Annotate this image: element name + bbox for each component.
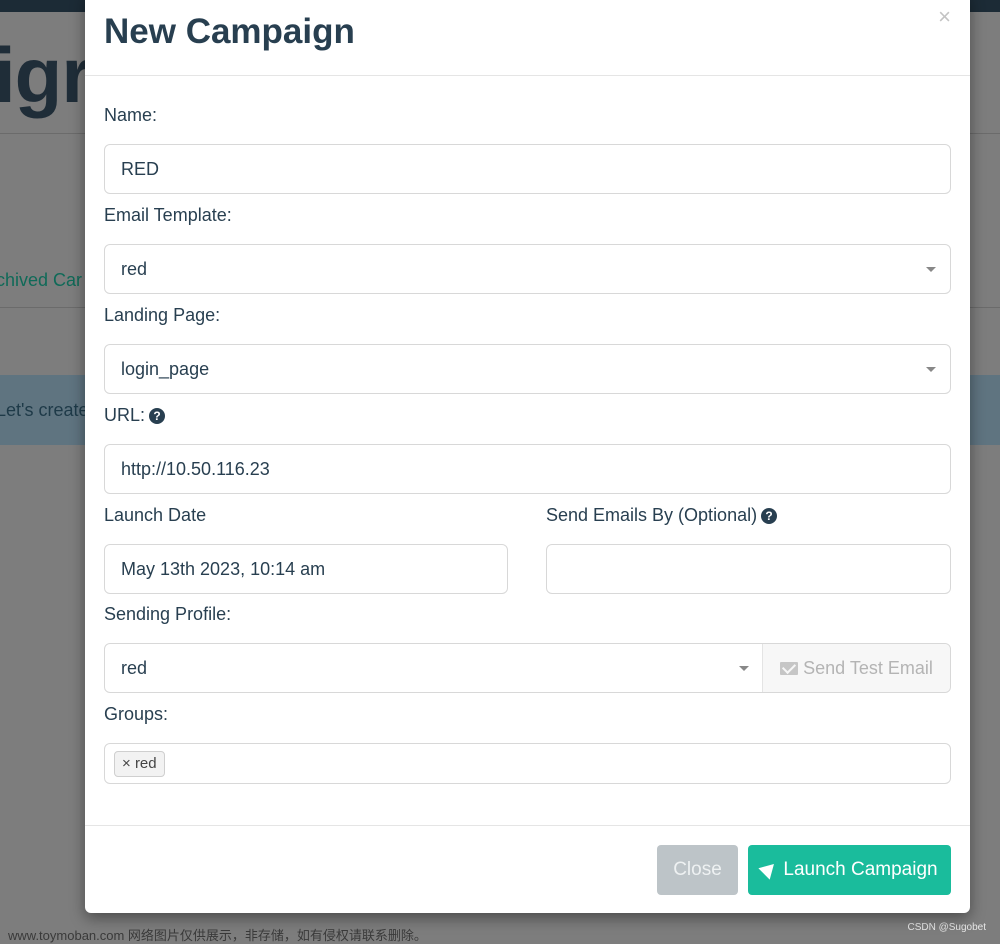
page-title: igr [0, 31, 92, 119]
url-input-value: http://10.50.116.23 [121, 459, 270, 479]
groups-label: Groups: [104, 704, 169, 724]
close-icon[interactable]: × [938, 6, 951, 28]
close-button[interactable]: Close [657, 845, 738, 895]
launch-campaign-label: Launch Campaign [783, 859, 938, 880]
remove-tag-icon[interactable]: × [122, 755, 131, 772]
modal-title: New Campaign [104, 12, 355, 51]
help-icon[interactable]: ? [761, 508, 778, 524]
landing-page-select[interactable]: login_page [104, 344, 951, 394]
tab-archived-campaigns[interactable]: chived Car [0, 270, 82, 291]
chevron-down-icon [926, 267, 936, 272]
send-by-input[interactable] [546, 544, 951, 594]
name-input[interactable]: RED [104, 144, 951, 194]
group-tag-label: red [134, 755, 157, 772]
sending-profile-label: Sending Profile: [104, 604, 232, 624]
launch-date-input[interactable]: May 13th 2023, 10:14 am [104, 544, 508, 594]
modal-footer-divider [85, 825, 970, 826]
groups-input[interactable]: × red [104, 743, 951, 784]
name-label: Name: [104, 105, 158, 125]
sending-profile-group: red Send Test Email [104, 643, 951, 693]
send-by-label: Send Emails By (Optional)? [546, 505, 778, 526]
send-test-email-button[interactable]: Send Test Email [762, 644, 950, 692]
url-label-text: URL: [104, 405, 146, 425]
info-alert-text: Let's create [0, 400, 89, 420]
url-label: URL:? [104, 405, 166, 426]
chevron-down-icon [739, 666, 749, 671]
envelope-icon [780, 662, 799, 675]
help-icon[interactable]: ? [149, 408, 166, 424]
sending-profile-value[interactable]: red [121, 658, 147, 678]
new-campaign-modal: New Campaign × Name: RED Email Template:… [85, 0, 970, 913]
send-test-email-label: Send Test Email [803, 658, 933, 678]
email-template-select[interactable]: red [104, 244, 951, 294]
url-input[interactable]: http://10.50.116.23 [104, 444, 951, 494]
launch-date-label: Launch Date [104, 505, 207, 525]
landing-page-value: login_page [121, 359, 210, 379]
credit-text: CSDN @Sugobet [907, 922, 986, 933]
email-template-label: Email Template: [104, 205, 232, 225]
landing-page-label: Landing Page: [104, 305, 221, 325]
modal-header: New Campaign × [85, 0, 970, 76]
watermark-text: www.toymoban.com 网络图片仅供展示，非存储，如有侵权请联系删除。 [8, 928, 427, 943]
rocket-icon [758, 858, 780, 880]
email-template-value: red [121, 259, 148, 279]
name-input-value: RED [121, 159, 160, 179]
launch-date-value: May 13th 2023, 10:14 am [121, 559, 326, 579]
launch-campaign-button[interactable]: Launch Campaign [748, 845, 951, 895]
send-by-label-text: Send Emails By (Optional) [546, 505, 758, 525]
chevron-down-icon [926, 367, 936, 372]
group-tag: × red [114, 751, 165, 777]
